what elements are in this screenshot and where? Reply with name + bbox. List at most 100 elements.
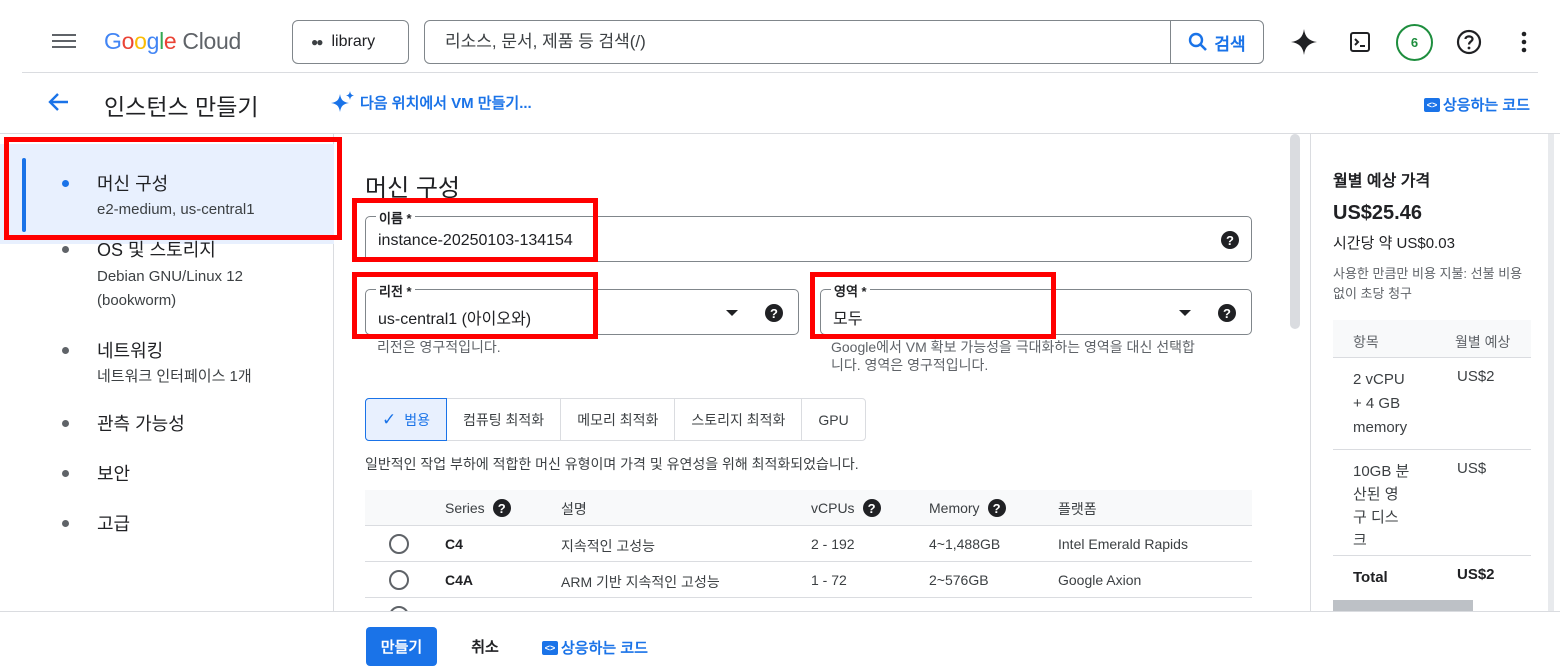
pricing-item-line: 2 vCPU — [1353, 371, 1405, 388]
machine-family-tabs: ✓ 범용 컴퓨팅 최적화 메모리 최적화 스토리지 최적화 GPU — [365, 398, 866, 441]
sparkle-icon — [331, 91, 354, 112]
section-nav: 머신 구성 e2-medium, us-central1 OS 및 스토리지 D… — [0, 134, 334, 611]
pricing-note: 사용한 만큼만 비용 지불: 선불 비용 없이 초당 청구 — [1333, 266, 1523, 301]
search-input[interactable] — [425, 21, 1170, 63]
col-series: Series? — [445, 499, 511, 517]
nav-item-networking[interactable]: 네트워킹 네트워크 인터페이스 1개 — [0, 334, 334, 390]
tab-storage-optimized[interactable]: 스토리지 최적화 — [675, 399, 803, 440]
divider — [0, 611, 1560, 612]
pricing-item: 2 vCPU + 4 GB memory — [1353, 368, 1423, 440]
cloud-shell-terminal-icon[interactable] — [1345, 27, 1375, 57]
google-cloud-logo[interactable]: Google Cloud — [104, 28, 241, 55]
total-value: US$2 — [1457, 566, 1495, 583]
search-button[interactable]: 검색 — [1170, 21, 1263, 63]
zone-select[interactable]: 영역 * 모두 ? — [820, 281, 1252, 335]
name-field[interactable]: 이름 * instance-20250103-134154 ? — [365, 208, 1252, 262]
zone-hint-line1: Google에서 VM 확보 가능성을 극대화하는 영역을 대신 선택합 — [831, 339, 1195, 355]
pricing-cost: US$ — [1457, 460, 1487, 477]
nav-item-label: OS 및 스토리지 — [97, 240, 216, 260]
pricing-item-line: memory — [1353, 419, 1408, 436]
radio-button[interactable] — [389, 570, 409, 590]
nav-bullet-icon — [62, 470, 69, 477]
col-platform: 플랫폼 — [1058, 499, 1097, 519]
back-arrow-icon[interactable] — [46, 89, 72, 115]
project-selector[interactable]: ●● library — [292, 20, 409, 64]
gemini-sparkle-icon[interactable] — [1289, 27, 1319, 57]
nav-item-advanced[interactable]: 고급 — [0, 510, 334, 540]
pricing-vertical-scrollbar[interactable] — [1548, 134, 1554, 611]
equivalent-code-link[interactable]: <> 상응하는 코드 — [1424, 94, 1530, 115]
search-button-label: 검색 — [1214, 34, 1246, 54]
section-title: 머신 구성 — [365, 175, 460, 202]
row-platform: Intel Emerald Rapids — [1058, 536, 1188, 552]
zone-field-label: 영역 * — [831, 281, 870, 300]
nav-item-security[interactable]: 보안 — [0, 460, 334, 490]
table-row[interactable]: C4A ARM 기반 지속적인 고성능 1 - 72 2~576GB Googl… — [365, 562, 1252, 598]
help-icon[interactable]: ? — [1218, 304, 1236, 322]
table-row[interactable]: C4 지속적인 고성능 2 - 192 4~1,488GB Intel Emer… — [365, 526, 1252, 562]
nav-item-machine-config[interactable]: 머신 구성 e2-medium, us-central1 — [0, 144, 334, 244]
help-icon[interactable] — [1454, 27, 1484, 57]
help-icon[interactable]: ? — [492, 499, 511, 517]
col-platform-label: 플랫폼 — [1058, 501, 1097, 517]
tab-label: 컴퓨팅 최적화 — [463, 411, 545, 428]
create-vm-from-link[interactable]: 다음 위치에서 VM 만들기... — [330, 91, 532, 113]
total-label: Total — [1353, 569, 1388, 586]
form-scrollbar[interactable] — [1290, 134, 1300, 329]
notification-count: 6 — [1410, 35, 1419, 50]
equivalent-code-link[interactable]: <> 상응하는 코드 — [542, 637, 648, 658]
help-icon[interactable]: ? — [987, 499, 1006, 517]
logo-cloud: Cloud — [182, 28, 242, 54]
machine-config-form: 머신 구성 이름 * instance-20250103-134154 ? 리전… — [335, 134, 1300, 611]
col-desc: 설명 — [561, 499, 587, 519]
nav-item-os-storage[interactable]: OS 및 스토리지 Debian GNU/Linux 12 (bookworm) — [0, 232, 334, 314]
cancel-button[interactable]: 취소 — [459, 627, 511, 666]
active-indicator — [22, 158, 26, 232]
region-field-value: us-central1 (아이오와) — [378, 311, 532, 328]
pricing-horizontal-scrollbar[interactable] — [1333, 600, 1473, 611]
nav-item-sublabel: Debian GNU/Linux 12 — [97, 268, 243, 285]
pricing-panel: 월별 예상 가격 US$25.46 시간당 약 US$0.03 사용한 만큼만 … — [1310, 134, 1550, 611]
tab-gpu[interactable]: GPU — [802, 399, 864, 440]
notifications-badge[interactable]: 6 — [1396, 24, 1433, 61]
nav-item-label: 고급 — [97, 514, 131, 534]
help-icon[interactable]: ? — [765, 304, 783, 322]
tab-memory-optimized[interactable]: 메모리 최적화 — [561, 399, 676, 440]
region-field-label: 리전 * — [376, 281, 415, 300]
row-vcpus: 2 - 192 — [811, 536, 855, 552]
col-memory-label: Memory — [929, 500, 980, 516]
row-desc: ARM 기반 지속적인 고성능 — [561, 574, 720, 590]
hourly-price: 시간당 약 US$0.03 — [1333, 235, 1455, 252]
create-button[interactable]: 만들기 — [366, 627, 437, 666]
zone-field-value: 모두 — [833, 311, 863, 328]
tab-label: 범용 — [404, 411, 431, 428]
col-series-label: Series — [445, 500, 485, 516]
pricing-row: 2 vCPU + 4 GB memory US$2 — [1333, 358, 1531, 450]
dropdown-caret-icon — [1179, 310, 1191, 316]
pricing-row: 10GB 분 산된 영 구 디스 크 US$ — [1333, 450, 1531, 556]
region-select[interactable]: 리전 * us-central1 (아이오와) ? — [365, 281, 799, 335]
name-field-value[interactable]: instance-20250103-134154 — [378, 232, 573, 250]
col-vcpus-label: vCPUs — [811, 500, 855, 516]
table-row[interactable] — [365, 598, 1252, 611]
pricing-total-row: Total US$2 — [1333, 556, 1531, 596]
help-icon[interactable]: ? — [862, 499, 881, 517]
tab-general-purpose[interactable]: ✓ 범용 — [365, 398, 448, 441]
monthly-price: US$25.46 — [1333, 202, 1422, 224]
nav-bullet-icon — [62, 520, 69, 527]
project-name: library — [331, 33, 376, 50]
tab-label: 스토리지 최적화 — [691, 411, 786, 428]
nav-item-label: 네트워킹 — [97, 341, 164, 361]
page-title: 인스턴스 만들기 — [104, 94, 259, 120]
col-vcpus: vCPUs? — [811, 499, 881, 517]
main-menu-icon[interactable] — [52, 34, 76, 52]
more-vert-icon[interactable] — [1509, 27, 1539, 57]
region-hint: 리전은 영구적입니다. — [377, 339, 501, 355]
radio-button[interactable] — [389, 534, 409, 554]
row-series: C4A — [445, 572, 474, 588]
help-icon[interactable]: ? — [1221, 231, 1239, 249]
tab-compute-optimized[interactable]: 컴퓨팅 최적화 — [447, 399, 562, 440]
col-memory: Memory? — [929, 499, 1006, 517]
row-series: C4 — [445, 536, 463, 552]
nav-item-observability[interactable]: 관측 가능성 — [0, 410, 334, 440]
